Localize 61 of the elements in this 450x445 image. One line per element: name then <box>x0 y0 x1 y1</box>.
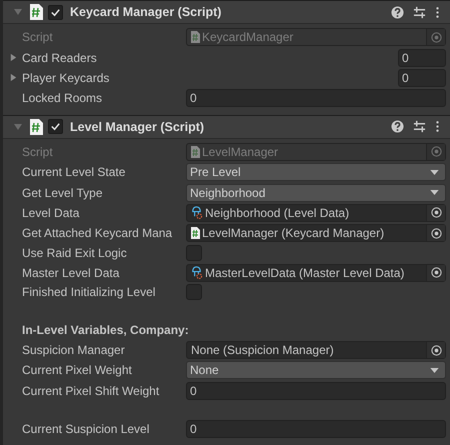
field-label: Script <box>21 30 54 44</box>
component-title: Level Manager (Script) <box>70 120 206 134</box>
field-label: Script <box>21 144 54 159</box>
field-label: Player Keycards <box>22 70 110 85</box>
asset-icon <box>190 266 203 280</box>
field-label: Locked Rooms <box>21 91 104 106</box>
field-label: Finished Initializing Level <box>21 285 156 300</box>
dropdown-arrow-icon <box>430 170 439 175</box>
enabled-checkbox[interactable] <box>48 4 63 20</box>
foldout-arrow-icon[interactable] <box>9 73 18 82</box>
dropdown-arrow-icon <box>430 368 439 373</box>
array-size-field[interactable]: 0 <box>398 68 446 87</box>
checkmark-icon <box>50 6 61 18</box>
object-field[interactable]: LevelManager (Keycard Manager) <box>186 224 446 242</box>
script-icon <box>29 4 43 20</box>
object-picker-icon[interactable] <box>430 344 442 356</box>
more-menu-icon[interactable] <box>435 6 440 18</box>
component-header[interactable]: Keycard Manager (Script) <box>3 1 450 24</box>
field-label: Current Suspicion Level <box>21 422 150 436</box>
dropdown[interactable]: Pre Level <box>186 163 446 182</box>
component-header[interactable]: Level Manager (Script) <box>3 116 450 139</box>
more-menu-icon[interactable] <box>435 120 440 134</box>
object-field[interactable]: Neighborhood (Level Data) <box>186 204 446 222</box>
field-label: Get Attached Keycard Mana <box>21 226 174 240</box>
script-icon <box>190 146 200 158</box>
field-label: Level Data <box>21 206 80 220</box>
checkbox[interactable] <box>186 245 202 262</box>
field-label: Use Raid Exit Logic <box>21 246 128 260</box>
object-field[interactable]: MasterLevelData (Master Level Data) <box>186 264 446 282</box>
dropdown[interactable]: Neighborhood <box>186 184 446 202</box>
checkmark-icon <box>50 121 61 132</box>
number-field[interactable]: 0 <box>186 89 446 108</box>
field-label: Get Level Type <box>21 186 104 200</box>
foldout-arrow-icon[interactable] <box>9 53 18 62</box>
help-icon[interactable] <box>391 120 404 134</box>
object-picker-icon[interactable] <box>430 228 442 239</box>
dropdown[interactable]: None <box>186 361 446 380</box>
dropdown-arrow-icon <box>430 190 439 196</box>
field-label: Current Level State <box>21 165 126 180</box>
number-field[interactable]: 0 <box>186 420 446 438</box>
settings-sliders-icon[interactable] <box>413 120 426 134</box>
object-picker-icon[interactable] <box>430 267 442 278</box>
object-field[interactable]: None (Suspicion Manager) <box>186 341 446 360</box>
field-label: Suspicion Manager <box>21 343 126 358</box>
settings-sliders-icon[interactable] <box>413 6 426 18</box>
field-label: Master Level Data <box>21 266 120 280</box>
field-label: Card Readers <box>22 50 98 65</box>
field-label: Current Pixel Shift Weight <box>21 384 160 398</box>
asset-icon <box>190 206 203 220</box>
enabled-checkbox[interactable] <box>48 119 63 134</box>
array-size-field[interactable]: 0 <box>398 48 446 67</box>
script-icon <box>29 118 43 135</box>
number-field[interactable]: 0 <box>186 382 446 400</box>
checkbox[interactable] <box>186 284 202 300</box>
component-title: Keycard Manager (Script) <box>70 5 222 19</box>
help-icon[interactable] <box>391 6 404 18</box>
field-label: Current Pixel Weight <box>21 363 133 378</box>
object-picker-icon[interactable] <box>430 207 442 218</box>
script-icon <box>190 31 200 44</box>
script-icon <box>190 227 200 240</box>
section-header: In-Level Variables, Company: <box>21 322 189 337</box>
